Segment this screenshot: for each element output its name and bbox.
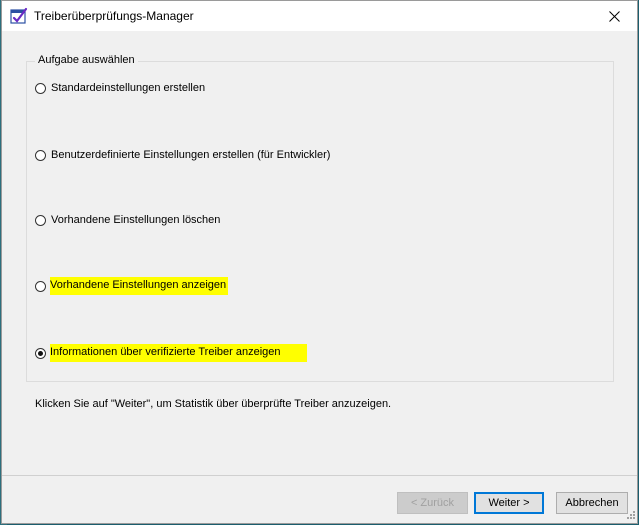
radio-button[interactable] <box>35 280 46 292</box>
close-button[interactable] <box>591 1 637 31</box>
radio-button[interactable] <box>35 149 46 161</box>
window-title: Treiberüberprüfungs-Manager <box>34 9 194 23</box>
title-bar[interactable]: Treiberüberprüfungs-Manager <box>2 1 637 31</box>
radio-label-highlighted: Informationen über verifizierte Treiber … <box>50 344 307 362</box>
radio-delete-settings[interactable]: Vorhandene Einstellungen löschen <box>35 212 220 228</box>
radio-button[interactable] <box>35 82 46 94</box>
dialog-window: Treiberüberprüfungs-Manager Aufgabe ausw… <box>1 0 638 524</box>
radio-display-settings[interactable]: Vorhandene Einstellungen anzeigen <box>35 277 229 295</box>
back-button[interactable]: < Zurück <box>397 492 468 514</box>
driver-verifier-icon <box>10 7 28 25</box>
radio-label-highlighted: Vorhandene Einstellungen anzeigen <box>50 277 229 295</box>
next-button[interactable]: Weiter > <box>474 492 544 514</box>
radio-driver-info[interactable]: Informationen über verifizierte Treiber … <box>35 344 307 362</box>
radio-button[interactable] <box>35 214 46 226</box>
footer-separator <box>2 475 637 476</box>
radio-custom-settings[interactable]: Benutzerdefinierte Einstellungen erstell… <box>35 147 330 163</box>
radio-label: Benutzerdefinierte Einstellungen erstell… <box>51 149 331 161</box>
radio-label: Vorhandene Einstellungen löschen <box>51 214 221 226</box>
size-grip-icon[interactable] <box>625 511 635 521</box>
radio-standard-settings[interactable]: Standardeinstellungen erstellen <box>35 80 205 96</box>
cancel-button[interactable]: Abbrechen <box>556 492 628 514</box>
radio-label: Standardeinstellungen erstellen <box>51 82 206 94</box>
instruction-text: Klicken Sie auf "Weiter", um Statistik ü… <box>35 398 392 410</box>
groupbox-label: Aufgabe auswählen <box>35 54 138 66</box>
close-icon <box>608 10 620 22</box>
radio-button-selected[interactable] <box>35 347 46 359</box>
